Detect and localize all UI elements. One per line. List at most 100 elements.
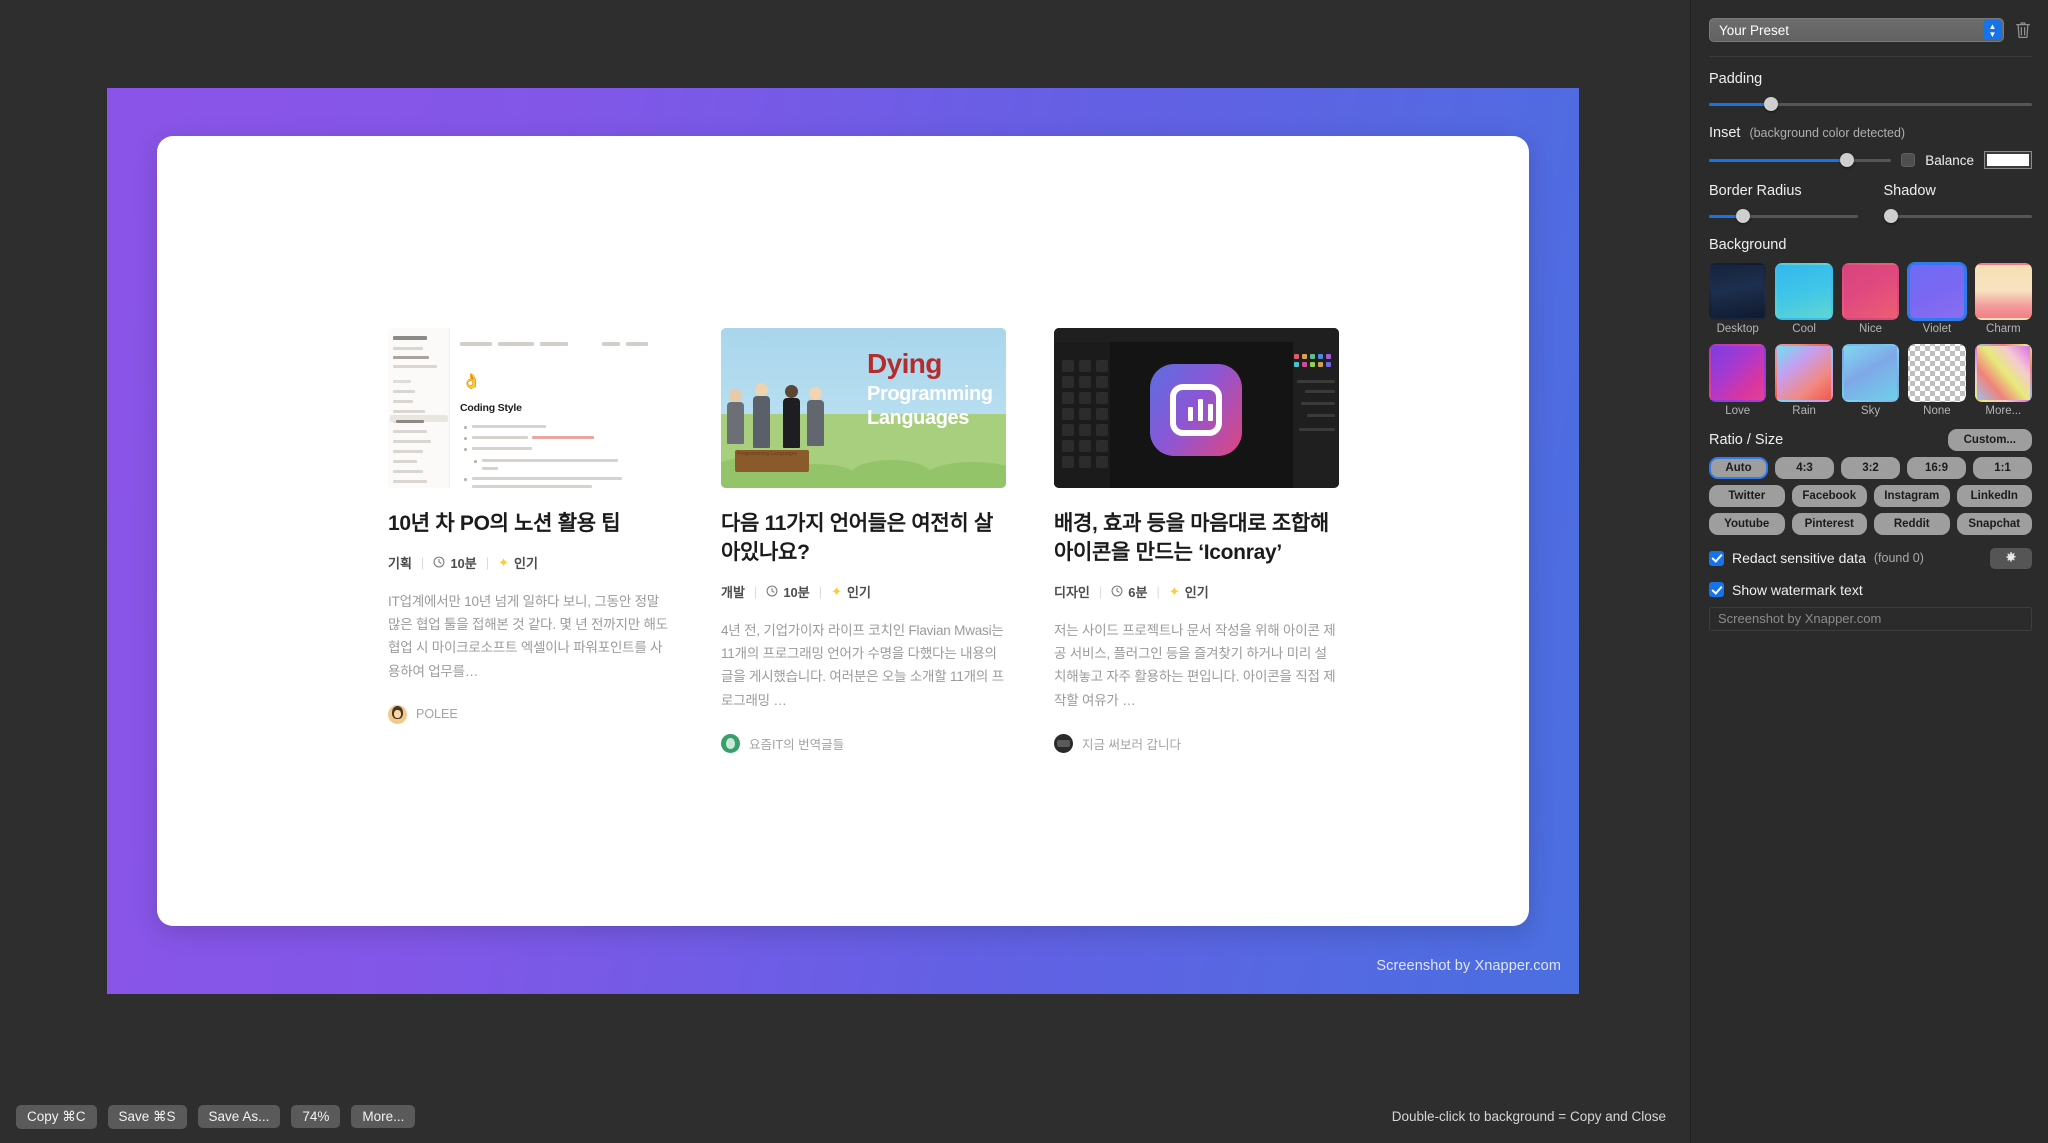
ratio-chip-reddit[interactable]: Reddit bbox=[1874, 512, 1950, 535]
slider-knob[interactable] bbox=[1840, 153, 1855, 167]
ratio-chip-4-3[interactable]: 4:3 bbox=[1775, 456, 1834, 479]
redact-checkbox[interactable] bbox=[1709, 550, 1724, 566]
inset-slider[interactable] bbox=[1709, 153, 1892, 167]
meta-divider: | bbox=[485, 554, 490, 570]
swatch[interactable] bbox=[1841, 344, 1900, 402]
background-option-none[interactable]: None bbox=[1908, 344, 1965, 417]
article-thumbnail-notion: 👌 Coding Style bbox=[388, 328, 673, 488]
sparkle-icon: ✦ bbox=[498, 554, 510, 570]
article-badge: 인기 bbox=[1184, 584, 1209, 600]
thumb-title-dying: Dying bbox=[867, 348, 942, 379]
canvas-area[interactable]: 👌 Coding Style 10년 차 PO의 노션 활용 팁 기획 | 10… bbox=[0, 0, 1690, 1090]
article-title[interactable]: 배경, 효과 등을 마음대로 조합해 아이콘을 만드는 ‘Iconray’ bbox=[1054, 510, 1339, 568]
swatch[interactable] bbox=[1908, 263, 1966, 321]
background-option-love[interactable]: Love bbox=[1709, 344, 1767, 417]
ratio-label: Ratio / Size bbox=[1709, 431, 1784, 448]
list-item[interactable]: Programming Languages Dying Programming … bbox=[721, 328, 1006, 753]
article-category: 개발 bbox=[721, 584, 745, 600]
article-title[interactable]: 다음 11가지 언어들은 여전히 살아있나요? bbox=[721, 510, 1006, 568]
preset-row: Your Preset ▲ ▼ bbox=[1709, 18, 2032, 42]
swatch[interactable] bbox=[1841, 263, 1900, 321]
redact-settings-button[interactable] bbox=[1990, 547, 2032, 569]
list-item[interactable]: 배경, 효과 등을 마음대로 조합해 아이콘을 만드는 ‘Iconray’ 디자… bbox=[1054, 328, 1339, 753]
more-button[interactable]: More... bbox=[351, 1105, 416, 1128]
ratio-chip-twitter[interactable]: Twitter bbox=[1709, 484, 1785, 507]
ratio-chip-youtube[interactable]: Youtube bbox=[1709, 512, 1785, 535]
article-badge: 인기 bbox=[514, 555, 538, 571]
ratio-header: Ratio / Size Custom... bbox=[1709, 428, 2032, 451]
redact-label: Redact sensitive data bbox=[1732, 550, 1866, 567]
border-radius-slider[interactable] bbox=[1709, 209, 1858, 223]
ratio-chip-facebook[interactable]: Facebook bbox=[1791, 484, 1867, 507]
background-option-nice[interactable]: Nice bbox=[1841, 263, 1900, 335]
xnapper-window: 👌 Coding Style 10년 차 PO의 노션 활용 팁 기획 | 10… bbox=[0, 0, 2048, 1143]
article-thumbnail-iconray bbox=[1054, 328, 1339, 488]
coffin-label: Programming Languages bbox=[737, 451, 798, 457]
ratio-chip-auto[interactable]: Auto bbox=[1709, 456, 1768, 479]
preset-select[interactable]: Your Preset ▲ ▼ bbox=[1709, 18, 2004, 42]
article-category: 디자인 bbox=[1054, 584, 1090, 600]
radius-shadow-row: Border Radius Shadow bbox=[1709, 183, 2032, 223]
notion-page-heading: Coding Style bbox=[460, 402, 522, 414]
background-option-rain[interactable]: Rain bbox=[1775, 344, 1833, 417]
swatch[interactable] bbox=[1908, 344, 1965, 401]
swatch[interactable] bbox=[1775, 344, 1833, 402]
meta-divider: | bbox=[420, 554, 425, 570]
padding-slider[interactable] bbox=[1709, 97, 2032, 111]
article-author[interactable]: 요즘IT의 번역글들 bbox=[721, 733, 1006, 753]
chevron-up-down-icon[interactable]: ▲ ▼ bbox=[1983, 20, 2002, 40]
article-meta: 개발 | 10분 | ✦ 인기 bbox=[721, 582, 1006, 601]
ratio-chip-instagram[interactable]: Instagram bbox=[1874, 484, 1950, 507]
swatch[interactable] bbox=[1974, 263, 2032, 321]
slider-fill bbox=[1709, 158, 1848, 162]
article-author[interactable]: POLEE bbox=[388, 704, 673, 724]
gear-icon bbox=[2006, 552, 2016, 563]
article-title[interactable]: 10년 차 PO의 노션 활용 팁 bbox=[388, 510, 673, 539]
ratio-chip-pinterest[interactable]: Pinterest bbox=[1791, 512, 1867, 535]
article-excerpt: IT업계에서만 10년 넘게 일하다 보니, 그동안 정말 많은 협업 툴을 접… bbox=[388, 593, 668, 679]
slider-knob[interactable] bbox=[1883, 209, 1898, 223]
swatch[interactable] bbox=[1974, 344, 2032, 402]
save-as-button[interactable]: Save As... bbox=[197, 1105, 281, 1128]
save-button[interactable]: Save ⌘S bbox=[107, 1104, 187, 1129]
article-read-time: 10분 bbox=[783, 584, 810, 600]
watermark-checkbox[interactable] bbox=[1709, 582, 1724, 598]
ratio-row-1: Auto 4:3 3:2 16:9 1:1 bbox=[1709, 456, 2032, 479]
ratio-chip-snapchat[interactable]: Snapchat bbox=[1956, 512, 2032, 535]
background-option-cool[interactable]: Cool bbox=[1775, 263, 1833, 335]
screenshot-background-frame[interactable]: 👌 Coding Style 10년 차 PO의 노션 활용 팁 기획 | 10… bbox=[107, 88, 1579, 994]
ratio-chip-1-1[interactable]: 1:1 bbox=[1973, 456, 2032, 479]
balance-checkbox[interactable] bbox=[1901, 153, 1916, 167]
canvas-watermark: Screenshot by Xnapper.com bbox=[1376, 958, 1561, 974]
zoom-button[interactable]: 74% bbox=[291, 1105, 341, 1128]
slider-track bbox=[1883, 214, 2032, 218]
bar-chart-glyph bbox=[1170, 384, 1222, 436]
bottom-hint: Double-click to background = Copy and Cl… bbox=[1391, 1109, 1666, 1124]
watermark-input[interactable]: Screenshot by Xnapper.com bbox=[1709, 606, 2032, 631]
ratio-chip-3-2[interactable]: 3:2 bbox=[1841, 456, 1900, 479]
background-option-charm[interactable]: Charm bbox=[1974, 263, 2032, 335]
slider-knob[interactable] bbox=[1735, 209, 1750, 223]
swatch[interactable] bbox=[1709, 344, 1767, 402]
shadow-slider[interactable] bbox=[1883, 209, 2032, 223]
article-thumbnail-dying-languages: Programming Languages Dying Programming … bbox=[721, 328, 1006, 488]
article-author[interactable]: 지금 써보러 갑니다 bbox=[1054, 733, 1339, 753]
background-option-more[interactable]: More... bbox=[1974, 344, 2032, 417]
article-excerpt: 4년 전, 기업가이자 라이프 코치인 Flavian Mwasi는 11개의 … bbox=[721, 622, 1004, 708]
padding-label: Padding bbox=[1709, 71, 1763, 87]
ratio-chip-linkedin[interactable]: LinkedIn bbox=[1956, 484, 2032, 507]
swatch[interactable] bbox=[1775, 263, 1833, 321]
inset-color-well[interactable] bbox=[1984, 151, 2032, 169]
article-meta: 디자인 | 6분 | ✦ 인기 bbox=[1054, 582, 1339, 601]
background-option-sky[interactable]: Sky bbox=[1841, 344, 1900, 417]
copy-button[interactable]: Copy ⌘C bbox=[16, 1104, 97, 1129]
slider-knob[interactable] bbox=[1763, 97, 1778, 111]
trash-icon[interactable] bbox=[2014, 20, 2032, 40]
custom-size-button[interactable]: Custom... bbox=[1947, 428, 2032, 451]
inset-note: (background color detected) bbox=[1749, 126, 1906, 140]
background-option-desktop[interactable]: Desktop bbox=[1709, 263, 1767, 335]
background-option-violet[interactable]: Violet bbox=[1908, 263, 1966, 335]
list-item[interactable]: 👌 Coding Style 10년 차 PO의 노션 활용 팁 기획 | 10… bbox=[388, 328, 673, 753]
swatch[interactable] bbox=[1709, 263, 1767, 321]
ratio-chip-16-9[interactable]: 16:9 bbox=[1907, 456, 1966, 479]
